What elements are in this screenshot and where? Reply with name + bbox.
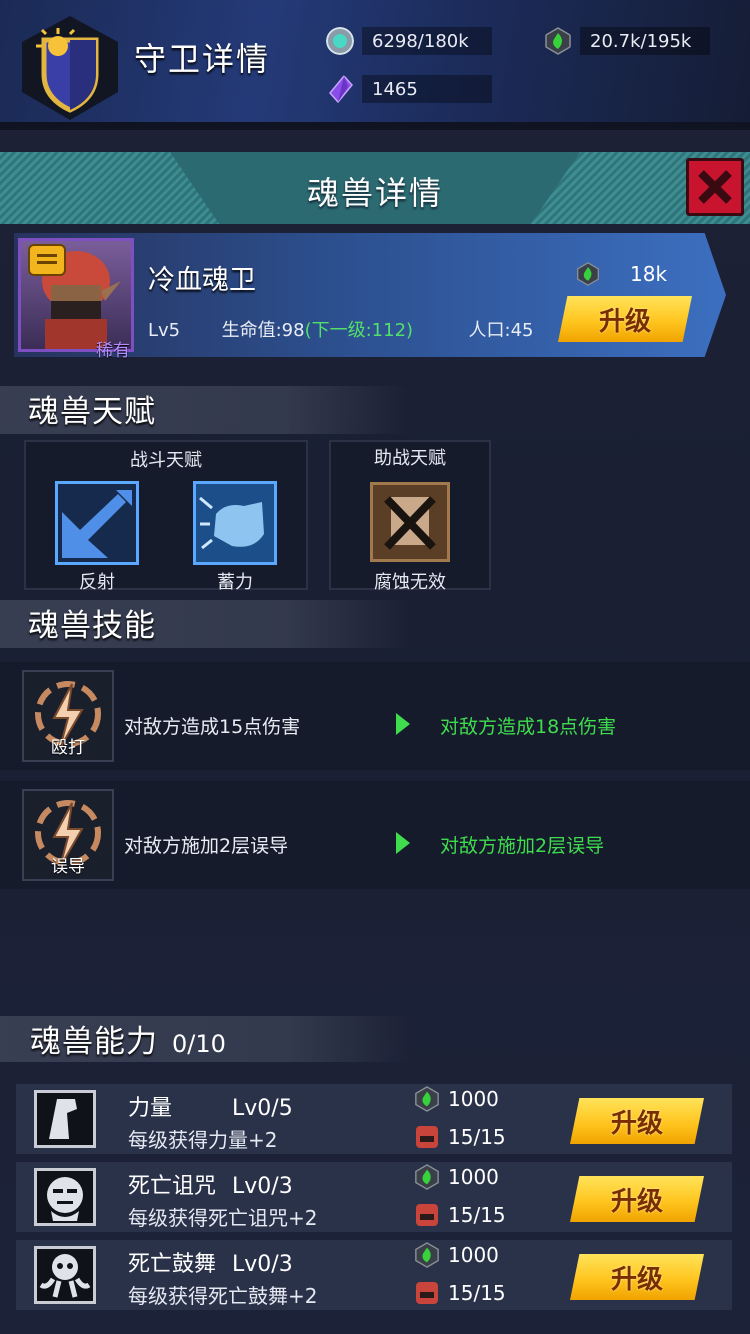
silver-amount: 6298/180k xyxy=(372,30,469,52)
close-button[interactable] xyxy=(686,158,744,216)
ability-gem-cost: 1000 xyxy=(414,1164,499,1190)
upgrade-cost-value: 18k xyxy=(630,262,668,286)
talents-title: 魂兽天赋 xyxy=(28,394,156,430)
monster-level: Lv5 xyxy=(148,320,181,341)
monster-name: 冷血魂卫 xyxy=(148,265,256,296)
ability-name: 死亡诅咒 Lv0/3 xyxy=(128,1174,293,1199)
mislead-skill-current: 对敌方施加2层误导 xyxy=(124,835,289,857)
fist-icon xyxy=(34,1090,96,1148)
ability-name: 力量 Lv0/5 xyxy=(128,1096,293,1121)
ability-desc: 每级获得力量+2 xyxy=(128,1128,278,1152)
hp-next-level: (下一级:112) xyxy=(304,320,414,341)
ability-gem-cost: 1000 xyxy=(414,1086,499,1112)
reflect-icon[interactable] xyxy=(55,481,139,565)
abilities-title: 魂兽能力 xyxy=(30,1024,158,1060)
ability-token-cost: 15/15 xyxy=(414,1280,506,1306)
skills-title: 魂兽技能 xyxy=(28,608,156,644)
upgrade-cost: 18k xyxy=(576,262,667,286)
ability-upgrade-button[interactable]: 升级 xyxy=(570,1098,704,1144)
skull-icon xyxy=(34,1246,96,1304)
guard-shield-icon xyxy=(22,16,118,120)
green-gem-resource: 20.7k/195k xyxy=(544,24,710,58)
monster-token-icon xyxy=(416,1204,438,1226)
ability-token-cost: 15/15 xyxy=(414,1202,506,1228)
ability-desc: 每级获得死亡鼓舞+2 xyxy=(128,1284,318,1308)
hp-value: 生命值:98 xyxy=(221,320,305,341)
beat-skill-icon[interactable]: 殴打 xyxy=(22,670,114,762)
mislead-skill-next: 对敌方施加2层误导 xyxy=(440,835,605,857)
combat-talents-title: 战斗天赋 xyxy=(130,450,202,471)
charge-label: 蓄力 xyxy=(217,572,253,593)
panel-title: 魂兽详情 xyxy=(306,174,443,212)
arrow-right-icon xyxy=(396,713,410,735)
green-gem-icon xyxy=(415,1164,439,1190)
green-gem-icon xyxy=(415,1086,439,1112)
charge-icon[interactable] xyxy=(193,481,277,565)
corrosion-immune-icon[interactable] xyxy=(370,482,450,562)
beat-skill-name: 殴打 xyxy=(51,738,85,758)
ability-name: 死亡鼓舞 Lv0/3 xyxy=(128,1252,293,1277)
green-gem-icon xyxy=(577,262,599,286)
ghost-face-icon xyxy=(34,1168,96,1226)
mislead-skill-icon[interactable]: 误导 xyxy=(22,789,114,881)
abilities-count: 0/10 xyxy=(172,1030,226,1058)
green-gem-amount: 20.7k/195k xyxy=(590,30,692,52)
page-title: 守卫详情 xyxy=(134,40,271,78)
monster-upgrade-button[interactable]: 升级 xyxy=(558,296,692,342)
beat-skill-next: 对敌方造成18点伤害 xyxy=(440,716,617,738)
ability-desc: 每级获得死亡诅咒+2 xyxy=(128,1206,318,1230)
ability-gem-cost: 1000 xyxy=(414,1242,499,1268)
abilities-title-group: 魂兽能力 0/10 xyxy=(30,1016,226,1061)
close-icon xyxy=(698,170,732,204)
monster-token-icon xyxy=(416,1282,438,1304)
support-talents-title: 助战天赋 xyxy=(374,448,446,469)
crystal-resource: 1465 xyxy=(326,72,492,106)
ability-upgrade-button[interactable]: 升级 xyxy=(570,1176,704,1222)
chat-bubble-icon[interactable] xyxy=(28,244,66,276)
arrow-right-icon xyxy=(396,832,410,854)
mislead-skill-name: 误导 xyxy=(51,857,85,877)
reflect-label: 反射 xyxy=(79,572,115,593)
crystal-amount: 1465 xyxy=(372,78,418,100)
ability-token-cost: 15/15 xyxy=(414,1124,506,1150)
green-gem-icon xyxy=(415,1242,439,1268)
monster-stats: Lv5 生命值:98(下一级:112) 人口:45 xyxy=(148,316,533,342)
monster-token-icon xyxy=(416,1126,438,1148)
beat-skill-current: 对敌方造成15点伤害 xyxy=(124,716,301,738)
corrosion-immune-label: 腐蚀无效 xyxy=(374,572,446,593)
silver-resource: 6298/180k xyxy=(326,24,492,58)
population-value: 人口:45 xyxy=(468,320,534,341)
green-gem-icon xyxy=(545,27,571,55)
purple-crystal-icon xyxy=(329,75,353,103)
rarity-label: 稀有 xyxy=(96,341,130,361)
ability-upgrade-button[interactable]: 升级 xyxy=(570,1254,704,1300)
silver-coin-icon xyxy=(326,27,354,55)
